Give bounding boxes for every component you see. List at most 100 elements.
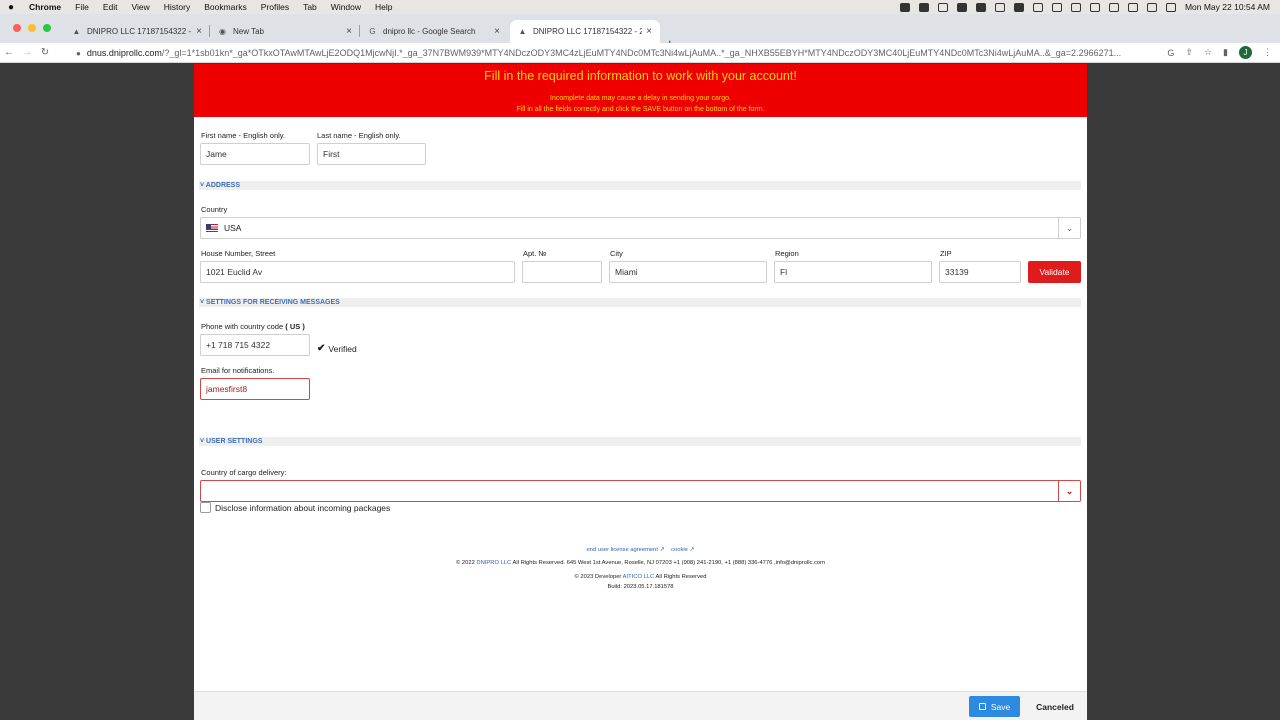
close-window-button[interactable] xyxy=(13,24,21,32)
country-select[interactable]: USA ⌄ xyxy=(200,217,1081,239)
aitico-link[interactable]: AITICO LLC xyxy=(623,574,655,580)
country-label: Country xyxy=(201,205,228,214)
section-address[interactable]: ˅ ADDRESS xyxy=(199,181,1081,190)
dnipro-favicon-icon: ▲ xyxy=(518,27,527,36)
external-link-icon: ↗ xyxy=(659,547,665,553)
menu-edit[interactable]: Edit xyxy=(96,2,125,12)
section-messages-title: SETTINGS FOR RECEIVING MESSAGES xyxy=(206,299,340,306)
tab-dnipro-1[interactable]: ▲ DNIPRO LLC 17187154322 - 20 × xyxy=(64,20,210,43)
menu-window[interactable]: Window xyxy=(324,2,368,12)
copyright-1-text: All Rights Reserved. 645 West 1st Avenue… xyxy=(512,560,825,566)
menu-bookmarks[interactable]: Bookmarks xyxy=(197,2,254,12)
menu-view[interactable]: View xyxy=(124,2,156,12)
zip-input[interactable]: 33139 xyxy=(939,261,1021,283)
display-icon[interactable] xyxy=(1051,2,1062,12)
menu-tab[interactable]: Tab xyxy=(296,2,324,12)
city-label: City xyxy=(610,249,623,258)
google-lens-icon[interactable]: G xyxy=(1167,48,1174,58)
macos-menu-bar: ● Chrome File Edit View History Bookmark… xyxy=(0,0,1280,14)
cookie-link[interactable]: cookie xyxy=(671,547,688,553)
url-host: dnus.dniprollc.com xyxy=(86,48,162,58)
save-button[interactable]: Save xyxy=(969,696,1020,717)
tab-new-tab[interactable]: ◉ New Tab × xyxy=(210,20,360,43)
tab-title: DNIPRO LLC 17187154322 - 20 xyxy=(87,27,193,36)
eula-link[interactable]: end user license agreement xyxy=(586,547,658,553)
copyright-2-prefix: © 2023 Developer xyxy=(574,574,622,580)
disclose-packages-option[interactable]: Disclose information about incoming pack… xyxy=(200,502,390,513)
dnipro-link[interactable]: DNIPRO LLC xyxy=(476,560,511,566)
tab-dnipro-active[interactable]: ▲ DNIPRO LLC 17187154322 - 20 × xyxy=(510,20,660,43)
forward-icon[interactable]: → xyxy=(18,47,36,58)
apt-input[interactable] xyxy=(522,261,602,283)
phone-input[interactable]: +1 718 715 4322 xyxy=(200,334,310,356)
account-form-page: Fill in the required information to work… xyxy=(194,64,1087,720)
close-tab-icon[interactable]: × xyxy=(646,26,652,37)
shield-icon[interactable] xyxy=(975,2,986,12)
lock-icon[interactable]: ● xyxy=(76,49,81,58)
city-input[interactable]: Miami xyxy=(609,261,767,283)
app-status-icon[interactable] xyxy=(918,2,929,12)
tab-title: New Tab xyxy=(233,27,264,36)
search-icon[interactable] xyxy=(1127,2,1138,12)
share-icon[interactable]: ⇧ xyxy=(1185,47,1193,58)
last-name-input[interactable]: First xyxy=(317,143,426,165)
screen-icon[interactable] xyxy=(937,2,948,12)
external-link-icon: ↗ xyxy=(689,547,695,553)
chevron-down-icon[interactable]: ⌄ xyxy=(1058,481,1080,501)
more-menu-icon[interactable]: ⋮ xyxy=(1263,47,1272,58)
cancel-button[interactable]: Canceled xyxy=(1030,696,1080,717)
menu-app-chrome[interactable]: Chrome xyxy=(22,2,68,12)
disclose-checkbox[interactable] xyxy=(200,502,211,513)
menubar-clock[interactable]: Mon May 22 10:54 AM xyxy=(1185,2,1270,12)
email-input[interactable]: jamesfirst8 xyxy=(200,378,310,400)
profile-avatar[interactable]: J xyxy=(1239,46,1252,59)
close-tab-icon[interactable]: × xyxy=(494,26,500,37)
chevron-down-icon[interactable]: ⌄ xyxy=(1058,218,1080,238)
last-name-label: Last name - English only. xyxy=(317,131,401,140)
tab-google-search[interactable]: G dnipro llc - Google Search × xyxy=(360,20,508,43)
apple-icon[interactable]: ● xyxy=(0,2,22,13)
calendar-icon[interactable] xyxy=(956,2,967,12)
street-label: House Number, Street xyxy=(201,249,276,258)
back-icon[interactable]: ← xyxy=(0,47,18,58)
menu-profiles[interactable]: Profiles xyxy=(254,2,296,12)
input-source-icon[interactable] xyxy=(1032,2,1043,12)
close-tab-icon[interactable]: × xyxy=(196,26,202,37)
banner-line-1: Incomplete data may cause a delay in sen… xyxy=(550,95,731,102)
validate-button[interactable]: Validate xyxy=(1028,261,1081,283)
siri-icon[interactable] xyxy=(1165,2,1176,12)
menu-file[interactable]: File xyxy=(68,2,96,12)
close-tab-icon[interactable]: × xyxy=(346,26,352,37)
bluetooth-icon[interactable] xyxy=(1089,2,1100,12)
phone-label: Phone with country code ( US ) xyxy=(201,322,305,331)
battery-icon[interactable] xyxy=(1070,2,1081,12)
save-label: Save xyxy=(990,701,1011,712)
address-bar[interactable]: ● dnus.dniprollc.com /?_gl=1*1sb01kn*_ga… xyxy=(76,46,1226,60)
browser-tab-strip: ▲ DNIPRO LLC 17187154322 - 20 × ◉ New Ta… xyxy=(0,14,1280,51)
menu-history[interactable]: History xyxy=(157,2,197,12)
maximize-window-button[interactable] xyxy=(43,24,51,32)
region-input[interactable]: Fl xyxy=(774,261,932,283)
window-controls xyxy=(13,24,51,32)
section-user-settings[interactable]: ˅ USER SETTINGS xyxy=(199,437,1081,446)
delivery-country-select[interactable]: ⌄ xyxy=(200,480,1081,502)
control-center-icon[interactable] xyxy=(1146,2,1157,12)
wifi-icon[interactable] xyxy=(1108,2,1119,12)
bookmark-star-icon[interactable]: ☆ xyxy=(1204,47,1212,58)
menu-help[interactable]: Help xyxy=(368,2,399,12)
disclose-label: Disclose information about incoming pack… xyxy=(215,502,391,513)
apt-label: Apt. № xyxy=(523,249,547,258)
chrome-favicon-icon: ◉ xyxy=(219,27,226,36)
first-name-label: First name - English only. xyxy=(201,131,286,140)
reload-icon[interactable]: ↻ xyxy=(36,47,54,58)
form-action-bar: Save Canceled xyxy=(194,691,1087,720)
section-messages[interactable]: ˅ SETTINGS FOR RECEIVING MESSAGES xyxy=(199,298,1081,307)
tool-icon[interactable] xyxy=(994,2,1005,12)
record-icon[interactable] xyxy=(899,2,910,12)
first-name-input[interactable]: Jame xyxy=(200,143,310,165)
side-panel-icon[interactable]: ▮ xyxy=(1223,47,1228,58)
country-value: USA xyxy=(224,223,242,233)
minimize-window-button[interactable] xyxy=(28,24,36,32)
street-input[interactable]: 1021 Euclid Av xyxy=(200,261,515,283)
check-icon[interactable] xyxy=(1013,2,1024,12)
